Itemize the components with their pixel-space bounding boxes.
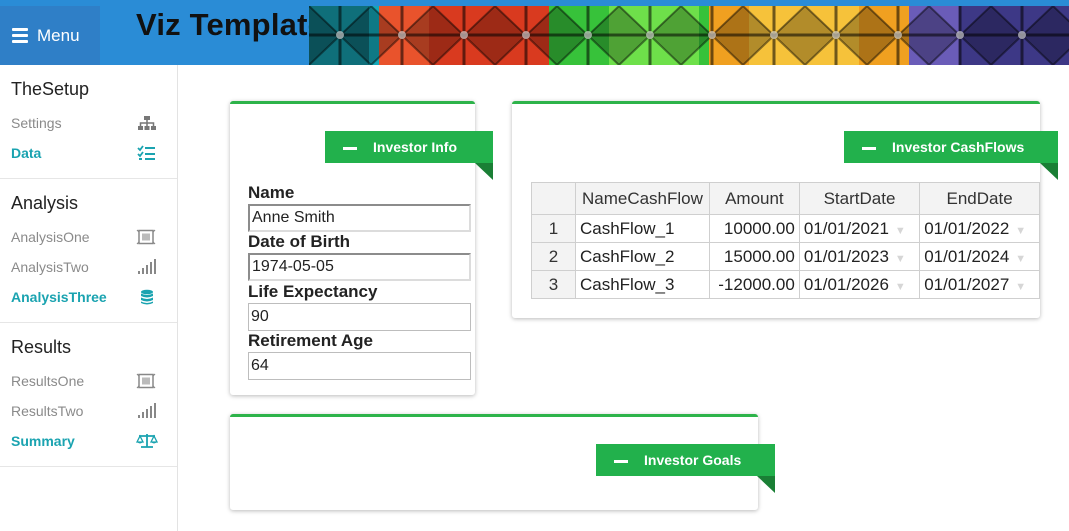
cell-startdate[interactable]: 01/01/2021 ▼ — [798, 214, 921, 243]
database-icon — [141, 289, 153, 305]
sidebar-item-label: AnalysisThree — [11, 289, 107, 305]
investor-cashflows-card: Investor CashFlows NameCashFlow Amount S… — [512, 101, 1058, 318]
sidebar-item-label: ResultsTwo — [11, 403, 84, 419]
column-header-rownum — [531, 182, 576, 215]
cell-namecashflow[interactable]: CashFlow_1 — [574, 214, 710, 243]
image-frame-icon — [136, 229, 156, 245]
cell-text: 01/01/2027 — [924, 274, 1010, 294]
row-number: 2 — [531, 242, 576, 271]
cell-amount[interactable]: -12000.00 — [708, 270, 800, 299]
dropdown-arrow-icon[interactable]: ▼ — [895, 253, 906, 265]
cashflows-table: NameCashFlow Amount StartDate EndDate 1 … — [531, 182, 1040, 299]
dropdown-arrow-icon[interactable]: ▼ — [895, 281, 906, 293]
sidebar: TheSetup Settings Data Analysis Analysis… — [0, 65, 178, 531]
retirement-age-input[interactable] — [248, 352, 471, 380]
sidebar-item-label: AnalysisOne — [11, 229, 90, 245]
ribbon-fold — [757, 476, 775, 493]
date-of-birth-label: Date of Birth — [248, 232, 350, 251]
name-label: Name — [248, 183, 295, 202]
column-header-namecashflow[interactable]: NameCashFlow — [574, 182, 710, 215]
cell-text: 01/01/2023 — [803, 246, 889, 266]
menu-label: Menu — [37, 25, 80, 45]
cell-text: 01/01/2022 — [924, 218, 1010, 238]
menu-button[interactable]: Menu — [0, 6, 100, 65]
cell-enddate[interactable]: 01/01/2027 ▼ — [919, 270, 1040, 299]
sidebar-item-label: Data — [11, 145, 42, 161]
dropdown-arrow-icon[interactable]: ▼ — [1015, 253, 1026, 265]
cell-text: 01/01/2024 — [924, 246, 1010, 266]
sidebar-section-title: TheSetup — [11, 79, 90, 99]
sidebar-item-analysistwo[interactable]: AnalysisTwo — [0, 252, 177, 282]
cell-enddate[interactable]: 01/01/2022 ▼ — [919, 214, 1040, 243]
investor-goals-card: Investor Goals — [230, 414, 775, 510]
cell-amount[interactable]: 15000.00 — [708, 242, 800, 271]
cell-startdate[interactable]: 01/01/2026 ▼ — [798, 270, 921, 299]
sidebar-item-label: Summary — [11, 433, 75, 449]
investor-cashflows-collapse-button[interactable]: Investor CashFlows — [844, 131, 1058, 180]
ribbon-label: Investor CashFlows — [892, 139, 1025, 155]
sidebar-section-analysis: Analysis AnalysisOne AnalysisTwo Analysi… — [0, 179, 177, 323]
sidebar-item-summary[interactable]: Summary — [0, 426, 177, 456]
cell-enddate[interactable]: 01/01/2024 ▼ — [919, 242, 1040, 271]
name-input[interactable] — [248, 204, 471, 232]
sitemap-icon — [138, 116, 156, 130]
table-header-row: NameCashFlow Amount StartDate EndDate — [531, 182, 1040, 215]
top-bar: Menu Viz Template — [0, 0, 1069, 65]
column-header-amount[interactable]: Amount — [708, 182, 800, 215]
cell-namecashflow[interactable]: CashFlow_2 — [574, 242, 710, 271]
sidebar-item-settings[interactable]: Settings — [0, 108, 177, 138]
minus-icon — [862, 146, 876, 150]
investor-info-card: Investor Info Name Date of Birth Life Ex… — [230, 101, 493, 395]
sidebar-section-thesetup: TheSetup Settings Data — [0, 65, 177, 179]
sidebar-item-resultstwo[interactable]: ResultsTwo — [0, 396, 177, 426]
ribbon-label: Investor Info — [373, 139, 458, 155]
dropdown-arrow-icon[interactable]: ▼ — [1015, 225, 1026, 237]
investor-goals-collapse-button[interactable]: Investor Goals — [596, 444, 775, 493]
row-number: 1 — [531, 214, 576, 243]
cell-text: 01/01/2021 — [803, 218, 889, 238]
cell-namecashflow[interactable]: CashFlow_3 — [574, 270, 710, 299]
ribbon-label: Investor Goals — [644, 452, 742, 468]
sidebar-item-label: Settings — [11, 115, 62, 131]
cell-startdate[interactable]: 01/01/2023 ▼ — [798, 242, 921, 271]
ribbon-fold — [475, 163, 493, 180]
column-header-enddate[interactable]: EndDate — [919, 182, 1040, 215]
dropdown-arrow-icon[interactable]: ▼ — [895, 225, 906, 237]
sidebar-section-title: Results — [11, 337, 72, 357]
cell-amount[interactable]: 10000.00 — [708, 214, 800, 243]
table-row: 2 CashFlow_2 15000.00 01/01/2023 ▼ 01/01/… — [531, 242, 1040, 271]
column-header-startdate[interactable]: StartDate — [798, 182, 921, 215]
minus-icon — [614, 459, 628, 463]
date-of-birth-input[interactable] — [248, 253, 471, 281]
table-row: 1 CashFlow_1 10000.00 01/01/2021 ▼ 01/01/… — [531, 214, 1040, 243]
signal-bars-icon — [138, 403, 156, 418]
sidebar-item-analysisthree[interactable]: AnalysisThree — [0, 282, 177, 312]
dropdown-arrow-icon[interactable]: ▼ — [1015, 281, 1026, 293]
life-expectancy-input[interactable] — [248, 303, 471, 331]
minus-icon — [343, 146, 357, 150]
sidebar-section-results: Results ResultsOne ResultsTwo Summary — [0, 323, 177, 467]
balance-scale-icon — [136, 434, 158, 448]
kaleidoscope-banner-image — [309, 6, 1069, 65]
sidebar-item-label: AnalysisTwo — [11, 259, 89, 275]
image-frame-icon — [136, 373, 156, 389]
signal-bars-icon — [138, 259, 156, 274]
sidebar-section-title: Analysis — [11, 193, 79, 213]
life-expectancy-label: Life Expectancy — [248, 282, 378, 301]
brand-title: Viz Template — [136, 7, 326, 42]
retirement-age-label: Retirement Age — [248, 331, 374, 350]
cell-text: 01/01/2026 — [803, 274, 889, 294]
row-number: 3 — [531, 270, 576, 299]
sidebar-item-data[interactable]: Data — [0, 138, 177, 168]
sidebar-item-analysisone[interactable]: AnalysisOne — [0, 222, 177, 252]
ribbon-fold — [1040, 163, 1058, 180]
investor-info-collapse-button[interactable]: Investor Info — [325, 131, 493, 180]
hamburger-icon — [12, 25, 28, 46]
list-check-icon — [137, 145, 155, 160]
sidebar-item-resultsone[interactable]: ResultsOne — [0, 366, 177, 396]
sidebar-item-label: ResultsOne — [11, 373, 85, 389]
table-row: 3 CashFlow_3 -12000.00 01/01/2026 ▼ 01/01… — [531, 270, 1040, 299]
